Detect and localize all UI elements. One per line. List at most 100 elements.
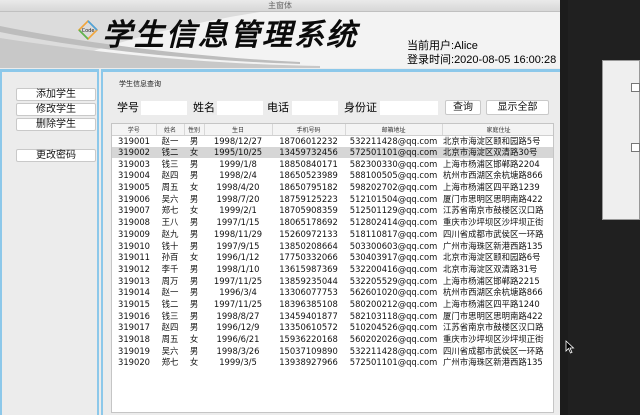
table-row[interactable]: 319012 李千男 1998/1/10 13615987369 532200416@q… xyxy=(112,263,553,276)
table-cell: 1995/10/25 xyxy=(204,146,272,159)
table-row[interactable]: 319017 赵四男 1996/12/9 13350610572 510204526@q… xyxy=(112,322,553,334)
student-id-input[interactable] xyxy=(141,101,187,115)
table-cell: 女 xyxy=(189,252,199,263)
mouse-cursor-icon xyxy=(565,340,575,354)
column-header[interactable]: 学号 xyxy=(112,124,157,136)
table-row[interactable]: 319001 赵一男 1998/12/27 18706012232 532211428@… xyxy=(112,135,553,147)
query-button[interactable]: 查询 xyxy=(445,100,481,115)
table-cell: 北京市海淀区双清路30号 xyxy=(442,146,553,159)
table-row[interactable]: 319016 钱三男 1998/8/27 13459401877 582103118@q… xyxy=(112,310,553,322)
table-row[interactable]: 319006 吴六男 1998/7/20 18759125223 512101504@q… xyxy=(112,193,553,205)
table-row[interactable]: 319013 周万男 1997/11/25 13859235044 532205529@… xyxy=(112,275,553,287)
table-cell: 13615987369 xyxy=(279,263,338,274)
table-cell: 赵一 xyxy=(161,287,179,298)
table-cell: 钱二 xyxy=(161,298,179,309)
table-cell: 上海市杨浦区四平路1240 xyxy=(443,298,540,309)
table-row[interactable]: 319008 王八男 1997/1/15 18065178692 512802414@q… xyxy=(112,217,553,229)
table-cell: 女 xyxy=(184,146,204,159)
column-header[interactable]: 手机号码 xyxy=(272,124,346,136)
table-cell: 319006 xyxy=(118,193,150,204)
table-cell: 男 xyxy=(189,158,199,169)
table-cell: 18650523989 xyxy=(279,170,338,181)
table-cell: 532211428@qq.com xyxy=(349,345,438,356)
table-cell: 男 xyxy=(189,322,199,333)
table-cell: 15260972133 xyxy=(279,228,338,239)
table-row[interactable]: 319010 钱十男 1997/9/15 13850208664 503300603@q… xyxy=(112,240,553,252)
column-header[interactable]: 邮箱地址 xyxy=(345,124,443,136)
table-cell: 319009 xyxy=(118,228,150,239)
table-cell: 319004 xyxy=(118,170,150,181)
table-header-row: 学号 姓名 性别 生日 手机号码 邮箱地址 家庭住址 xyxy=(112,124,553,136)
table-cell: 男 xyxy=(189,310,199,321)
phone-input[interactable] xyxy=(292,101,338,115)
table-cell: 男 xyxy=(189,298,199,309)
table-row[interactable]: 319004 赵四男 1998/2/4 18650523989 588100505@qq… xyxy=(112,170,553,182)
table-cell: 1999/2/1 xyxy=(219,205,257,216)
id-card-input[interactable] xyxy=(380,101,438,115)
table-row[interactable]: 319003 钱三男 1999/1/8 18850840171 582300330@qq… xyxy=(112,158,553,170)
column-header[interactable]: 家庭住址 xyxy=(442,124,553,136)
table-cell: 1997/9/15 xyxy=(216,240,260,251)
table-cell: 512501129@qq.com xyxy=(349,205,438,216)
table-row[interactable]: 319002 钱二女 1995/10/25 13459732456 572501101@… xyxy=(112,146,553,159)
table-row[interactable]: 319014 赵一男 1996/3/4 13306077753 562601020@qq… xyxy=(112,287,553,299)
name-input[interactable] xyxy=(217,101,263,115)
table-cell: 532205529@qq.com xyxy=(349,275,438,286)
table-cell: 18850840171 xyxy=(279,158,338,169)
column-header[interactable]: 生日 xyxy=(204,124,273,136)
table-cell: 13350610572 xyxy=(279,322,338,333)
table-row[interactable]: 319005 周五女 1998/4/20 18650795182 598202702@q… xyxy=(112,182,553,194)
show-all-button[interactable]: 显示全部 xyxy=(486,100,549,115)
table-cell: 319012 xyxy=(118,263,150,274)
table-cell: 厦门市思明区思明南路422 xyxy=(443,310,543,321)
table-cell: 319013 xyxy=(118,275,150,286)
table-cell: 男 xyxy=(189,275,199,286)
table-cell: 1998/8/27 xyxy=(216,310,260,321)
student-table[interactable]: 学号 姓名 性别 生日 手机号码 邮箱地址 家庭住址 319001 赵一男 1998… xyxy=(111,123,554,413)
table-cell: 周五 xyxy=(161,334,179,345)
table-cell: 四川省成都市武侯区一环路 xyxy=(443,345,544,356)
column-header[interactable]: 性别 xyxy=(184,124,205,136)
section-title: 学生信息查询 xyxy=(119,80,161,88)
table-cell: 女 xyxy=(189,205,199,216)
table-row[interactable]: 319009 赵九男 1998/11/29 15260972133 518110817@… xyxy=(112,228,553,241)
table-cell: 13459732456 xyxy=(272,146,345,159)
table-cell: 女 xyxy=(189,357,199,368)
edit-student-button[interactable]: 修改学生 xyxy=(16,103,96,116)
table-row[interactable]: 319007 郑七女 1999/2/1 18705908359 512501129@qq… xyxy=(112,205,553,217)
table-cell: 18705908359 xyxy=(279,205,338,216)
table-cell: 1998/11/29 xyxy=(213,228,263,239)
table-cell: 1997/11/25 xyxy=(213,275,263,286)
table-cell: 1996/12/9 xyxy=(216,322,260,333)
table-row[interactable]: 319020 郑七女 1999/3/5 13938927966 572501101@qq… xyxy=(112,357,553,369)
table-cell: 1998/2/4 xyxy=(219,170,257,181)
table-cell: 男 xyxy=(189,287,199,298)
table-row[interactable]: 319011 孙百女 1996/1/12 17750332066 530403917@q… xyxy=(112,252,553,264)
table-cell: 319020 xyxy=(118,357,150,368)
table-cell: 赵一 xyxy=(161,135,179,146)
delete-student-button[interactable]: 删除学生 xyxy=(16,118,96,131)
table-cell: 上海市杨浦区邯郸路2204 xyxy=(443,158,540,169)
add-student-button[interactable]: 添加学生 xyxy=(16,88,96,101)
column-header[interactable]: 姓名 xyxy=(156,124,185,136)
table-cell: 男 xyxy=(189,263,199,274)
table-cell: 319019 xyxy=(118,345,150,356)
login-time-label: 登录时间: xyxy=(407,54,455,66)
table-cell: 1996/6/21 xyxy=(216,334,260,345)
app-title: 学生信息管理系统 xyxy=(102,18,358,53)
table-cell: 男 xyxy=(189,193,199,204)
table-row[interactable]: 319018 周五女 1996/6/21 15936220168 560202026@q… xyxy=(112,334,553,346)
table-cell: 1998/3/26 xyxy=(216,345,260,356)
table-row[interactable]: 319015 钱二男 1997/11/25 18396385108 580200212@… xyxy=(112,298,553,311)
table-row[interactable]: 319019 吴六男 1998/3/26 15037109890 532211428@q… xyxy=(112,345,553,357)
table-cell: 13306077753 xyxy=(279,287,338,298)
change-password-button[interactable]: 更改密码 xyxy=(16,149,96,162)
login-time-row: 登录时间:2020-08-05 16:00:28 xyxy=(407,53,556,67)
table-cell: 厦门市思明区思明南路422 xyxy=(443,193,543,204)
table-cell: 512802414@qq.com xyxy=(349,217,438,228)
table-cell: 李千 xyxy=(161,263,179,274)
table-cell: 319014 xyxy=(118,287,150,298)
table-cell: 18650795182 xyxy=(279,182,338,193)
table-cell: 18396385108 xyxy=(279,298,338,309)
table-cell: 钱十 xyxy=(161,240,179,251)
